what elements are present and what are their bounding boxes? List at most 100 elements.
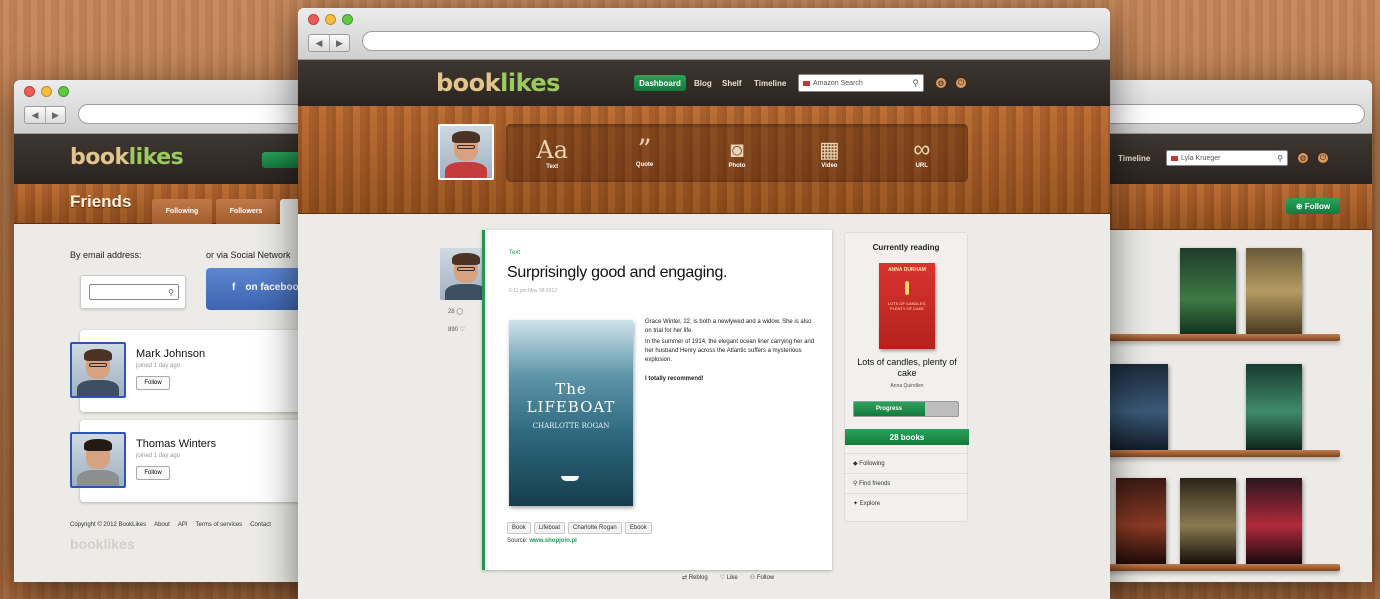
friend-name[interactable]: Mark Johnson — [136, 348, 205, 360]
reading-progress-bar: Progress — [853, 401, 959, 417]
footer-about-link[interactable]: About — [154, 522, 170, 528]
follow-button[interactable]: Follow — [136, 466, 170, 480]
friend-name[interactable]: Thomas Winters — [136, 438, 216, 450]
footer-links: Copyright © 2012 BookLikes About API Ter… — [70, 522, 271, 528]
book-cover[interactable] — [1246, 248, 1302, 334]
site-logo[interactable]: booklikes — [436, 69, 560, 97]
book-cover[interactable]: The LIFEBOAT CHARLOTTE ROGAN — [509, 320, 633, 506]
forward-arrow-icon[interactable]: ▶ — [45, 107, 65, 123]
zoom-button[interactable] — [58, 86, 69, 97]
user-avatar[interactable] — [438, 124, 494, 180]
like-button[interactable]: ♡ Like — [720, 574, 738, 581]
settings-icon[interactable]: ⚙ — [934, 76, 948, 90]
quote-icon: ” — [637, 133, 652, 166]
post-type-video[interactable]: ▦ Video — [799, 137, 859, 169]
post-source: Source: www.shopjoin.pl — [507, 538, 577, 544]
footer-api-link[interactable]: API — [178, 522, 188, 528]
follow-button[interactable]: ⚇ Follow — [750, 574, 774, 581]
minimize-button[interactable] — [325, 14, 336, 25]
shelf-plank — [1104, 564, 1340, 571]
book-cover-title: The LIFEBOAT — [526, 380, 616, 416]
book-cover[interactable] — [1246, 478, 1302, 564]
post-type-url[interactable]: ∞ URL — [892, 136, 952, 170]
reading-progress-label: Progress — [876, 406, 903, 412]
book-cover[interactable] — [1116, 478, 1166, 564]
sidebar-item-find-friends[interactable]: ⚲ Find friends — [845, 473, 969, 493]
reblog-button[interactable]: ⇄ Reblog — [682, 574, 708, 581]
tag[interactable]: Book — [507, 522, 531, 534]
current-book-title[interactable]: Lots of candles, plenty of cake — [853, 357, 961, 379]
reading-sidebar: Currently reading ANNA DURHAM LOTS OF CA… — [844, 232, 969, 522]
link-icon: ∞ — [913, 136, 931, 163]
nav-blog-link[interactable]: Blog — [694, 79, 712, 88]
tab-following[interactable]: Following — [152, 199, 212, 224]
book-cover[interactable] — [1180, 478, 1236, 564]
follow-button[interactable]: ⊕ Follow — [1286, 198, 1340, 214]
book-cover[interactable] — [1110, 364, 1168, 450]
search-icon[interactable]: ⚲ — [1277, 154, 1283, 163]
forward-arrow-icon[interactable]: ▶ — [329, 35, 349, 51]
book-cover-author: CHARLOTTE ROGAN — [532, 422, 610, 430]
book-cover[interactable] — [1246, 364, 1302, 450]
heart-icon: ♡ — [719, 575, 727, 581]
main-browser-window: ◀ ▶ booklikes Dashboard Blog Shelf Timel… — [298, 8, 1110, 599]
amazon-search-input[interactable]: Amazon Search ⚲ — [798, 74, 924, 92]
post-type-label: Text — [509, 250, 521, 256]
like-count[interactable]: 890 ♡ — [448, 326, 465, 333]
post-card: Text Surprisingly good and engaging. 6:1… — [482, 230, 832, 570]
post-title[interactable]: Surprisingly good and engaging. — [507, 264, 728, 282]
sidebar-item-explore[interactable]: ✦ Explore — [845, 493, 969, 513]
post-type-quote[interactable]: ” Quote — [615, 133, 675, 169]
search-icon[interactable]: ⚲ — [912, 78, 919, 89]
search-icon[interactable]: ⚲ — [168, 288, 174, 297]
site-logo[interactable]: booklikes — [70, 145, 184, 170]
close-button[interactable] — [24, 86, 35, 97]
text-icon: Aa — [536, 136, 568, 164]
avatar[interactable] — [70, 432, 126, 488]
zoom-button[interactable] — [342, 14, 353, 25]
tag[interactable]: Ebook — [624, 522, 652, 534]
nav-timeline-link[interactable]: Timeline — [754, 79, 786, 88]
footer-terms-link[interactable]: Terms of services — [196, 522, 243, 528]
window-controls — [24, 86, 69, 97]
shelf-plank — [1104, 334, 1340, 341]
friend-meta: joined 1 day ago — [136, 363, 181, 369]
reblog-icon: ⇄ — [682, 575, 689, 581]
nav-timeline-link[interactable]: Timeline — [1118, 154, 1150, 163]
search-input[interactable]: Lyla Krueger ⚲ — [1166, 150, 1288, 166]
window-controls — [308, 14, 353, 25]
follow-button[interactable]: Follow — [136, 376, 170, 390]
email-input-box: ⚲ — [80, 275, 186, 309]
current-book-author: Anna Quindlen — [890, 383, 924, 389]
sidebar-heading: Currently reading — [872, 243, 940, 252]
email-label: By email address: — [70, 250, 142, 260]
footer-contact-link[interactable]: Contact — [250, 522, 271, 528]
power-icon[interactable]: ⏻ — [1316, 151, 1330, 165]
book-cover[interactable] — [1180, 248, 1236, 334]
compass-icon: ✦ — [853, 501, 860, 507]
post-type-text[interactable]: Aa Text — [522, 136, 582, 170]
sidebar-item-following[interactable]: ◆ Following — [845, 453, 969, 473]
history-buttons: ◀ ▶ — [308, 34, 350, 52]
email-input[interactable]: ⚲ — [89, 284, 179, 300]
current-book-cover[interactable]: ANNA DURHAM LOTS OF CANDLES, PLENTY OF C… — [879, 263, 935, 349]
search-flag-icon — [1171, 155, 1178, 161]
close-button[interactable] — [308, 14, 319, 25]
address-bar[interactable] — [362, 31, 1100, 51]
minimize-button[interactable] — [41, 86, 52, 97]
tab-followers[interactable]: Followers — [216, 199, 276, 224]
post-type-photo[interactable]: ◙ Photo — [707, 137, 767, 169]
tag[interactable]: Charlotte Rogan — [568, 522, 622, 534]
power-icon[interactable]: ⏻ — [954, 76, 968, 90]
back-arrow-icon[interactable]: ◀ — [309, 35, 329, 51]
comment-count[interactable]: 28 ◯ — [448, 308, 463, 315]
nav-dashboard-button[interactable]: Dashboard — [634, 75, 686, 91]
source-link[interactable]: www.shopjoin.pl — [529, 538, 576, 544]
sidebar-links: ◆ Following ⚲ Find friends ✦ Explore — [845, 453, 969, 513]
nav-shelf-link[interactable]: Shelf — [722, 79, 742, 88]
books-count-button[interactable]: 28 books — [845, 429, 969, 445]
tag[interactable]: Lifeboat — [533, 522, 566, 534]
avatar[interactable] — [70, 342, 126, 398]
settings-icon[interactable]: ⚙ — [1296, 151, 1310, 165]
back-arrow-icon[interactable]: ◀ — [25, 107, 45, 123]
